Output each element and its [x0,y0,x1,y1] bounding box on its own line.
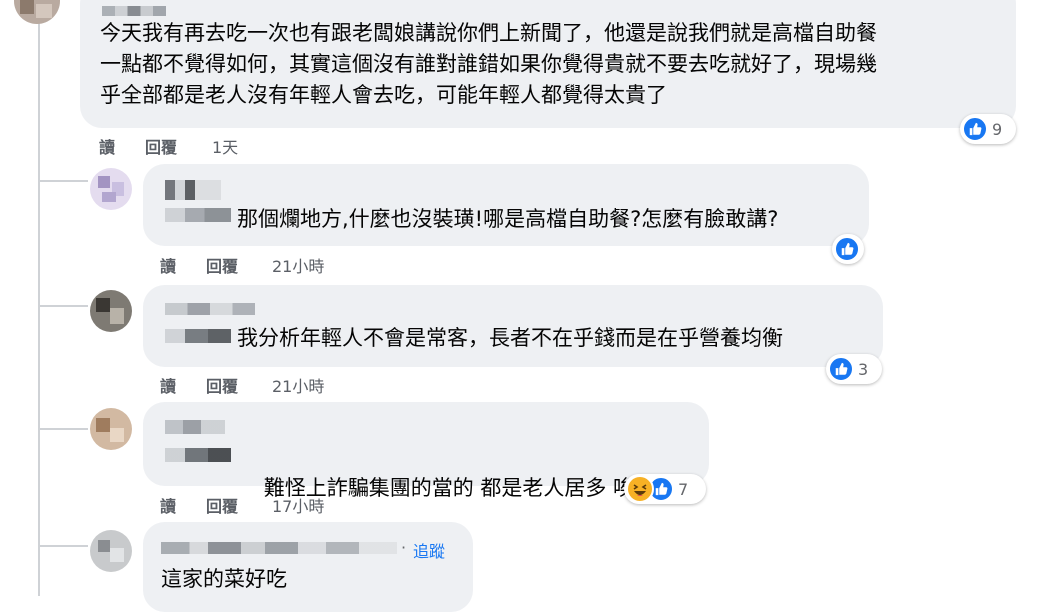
thread-line-branch-3 [38,428,88,430]
blurred-username [165,208,231,222]
blurred-username [102,6,166,16]
blurred-username [165,303,255,315]
like-icon [962,116,988,142]
blurred-username [165,329,231,343]
comment-bubble: 今天我有再去吃一次也有跟老闆娘講說你們上新聞了，他還是說我們就是高檔自助餐 一點… [80,0,1016,128]
blurred-username [161,542,397,554]
avatar[interactable] [14,0,60,24]
thread-line-branch-1 [38,180,88,182]
timestamp[interactable]: 21小時 [272,373,324,397]
comment-text: 我分析年輕人不會是常客，長者不在乎錢而是在乎營養均衡 [237,326,783,350]
blurred-username [165,448,231,462]
comment-text: 今天我有再去吃一次也有跟老闆娘講說你們上新聞了，他還是說我們就是高檔自助餐 一點… [100,21,877,107]
blurred-username [165,420,225,434]
thread-line-branch-2 [38,305,88,307]
timestamp[interactable]: 17小時 [272,493,324,517]
blurred-username [165,180,221,200]
comment-bubble: 我分析年輕人不會是常客，長者不在乎錢而是在乎營養均衡 [143,285,883,367]
avatar[interactable] [90,168,132,210]
separator-dot: · [401,538,407,557]
reply-button[interactable]: 回覆 [145,134,177,158]
timestamp[interactable]: 21小時 [272,253,324,277]
reply-button[interactable]: 回覆 [206,493,238,517]
read-button[interactable]: 讀 [160,493,176,517]
like-icon [828,356,854,382]
comment-bubble: · 追蹤 這家的菜好吃 [143,522,473,612]
like-icon [834,236,860,262]
timestamp[interactable]: 1天 [212,134,238,158]
reaction-summary[interactable]: 7 [624,474,706,504]
thread-line-branch-4 [38,545,88,547]
read-button[interactable]: 讀 [99,134,115,158]
avatar[interactable] [90,530,132,572]
comment-bubble: 那個爛地方,什麼也沒裝璜!哪是高檔自助餐?怎麼有臉敢講? [143,164,869,246]
thread-line-main [38,20,40,596]
haha-icon [626,475,654,503]
comment-text: 這家的菜好吃 [161,567,287,591]
reaction-summary[interactable] [832,234,864,264]
comment-text: 那個爛地方,什麼也沒裝璜!哪是高檔自助餐?怎麼有臉敢講? [237,207,779,231]
reaction-count: 3 [858,359,869,379]
reaction-summary[interactable]: 9 [960,114,1016,144]
avatar[interactable] [90,408,132,450]
follow-button[interactable]: 追蹤 [413,538,445,562]
comment-bubble: 難怪上詐騙集團的當的 都是老人居多 唉😌 [143,402,709,500]
reaction-count: 7 [678,479,689,499]
read-button[interactable]: 讀 [160,373,176,397]
reply-button[interactable]: 回覆 [206,253,238,277]
reaction-count: 9 [992,119,1003,139]
reply-button[interactable]: 回覆 [206,373,238,397]
reaction-summary[interactable]: 3 [826,354,882,384]
read-button[interactable]: 讀 [160,253,176,277]
avatar[interactable] [90,290,132,332]
